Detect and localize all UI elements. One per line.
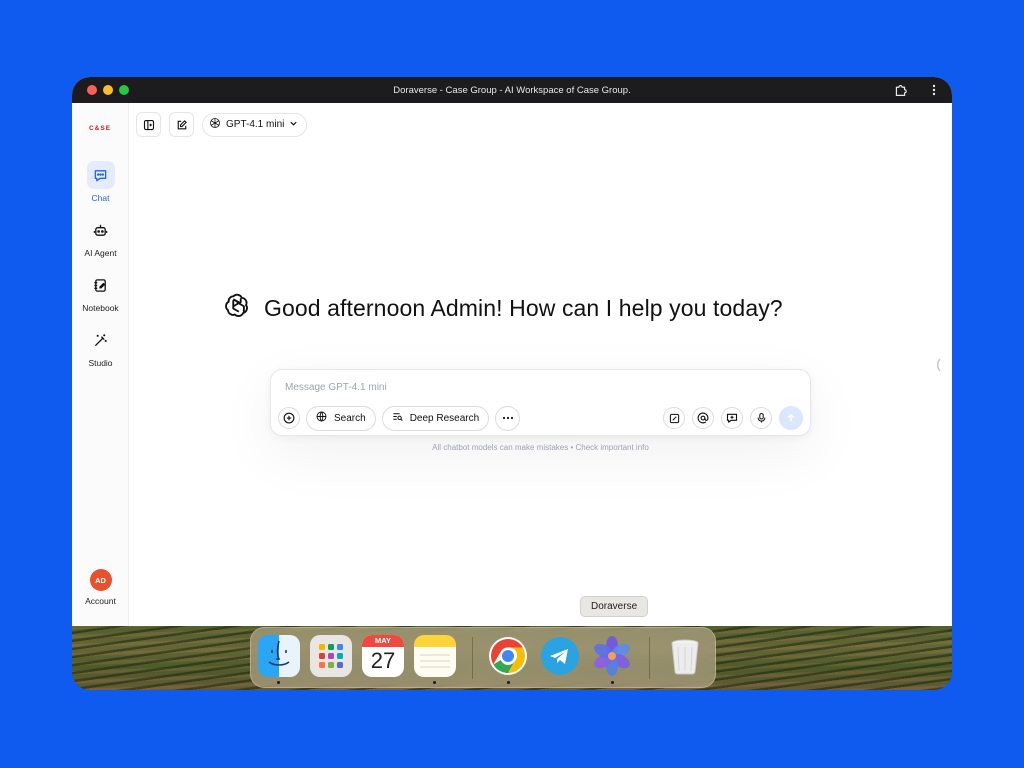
dock-tooltip: Doraverse (580, 596, 649, 617)
sidebar-item-ai-agent[interactable]: AI Agent (72, 216, 129, 258)
deep-research-icon (392, 411, 403, 425)
chat-icon (86, 161, 115, 189)
new-chat-button[interactable] (169, 112, 194, 137)
zoom-window-button[interactable] (119, 85, 129, 95)
notes-app-icon[interactable] (414, 635, 456, 677)
doraverse-running-dot (611, 681, 614, 684)
disclaimer-text: All chatbot models can make mistakes • C… (432, 443, 649, 452)
telegram-app-icon[interactable] (539, 635, 581, 677)
robot-icon (87, 216, 115, 244)
dock-separator (649, 637, 650, 679)
greeting-text: Good afternoon Admin! How can I help you… (264, 295, 783, 321)
prompt-template-button[interactable] (663, 407, 685, 429)
sidebar-item-notebook[interactable]: Notebook (72, 271, 129, 313)
search-label: Search (334, 412, 366, 424)
app-window: Doraverse - Case Group - AI Workspace of… (72, 77, 952, 626)
more-tools-button[interactable] (495, 405, 521, 431)
calendar-app-icon[interactable]: MAY 27 (362, 635, 404, 677)
dock: MAY 27 (250, 627, 716, 688)
desktop-screen: Doraverse - Case Group - AI Workspace of… (72, 77, 952, 690)
top-toolbar: GPT-4.1 mini (136, 112, 308, 137)
more-options-icon[interactable] (926, 82, 942, 98)
sidebar-item-account[interactable]: AD Account (72, 569, 129, 606)
notes-running-dot (433, 681, 436, 684)
calendar-month: MAY (362, 635, 404, 647)
message-input[interactable] (285, 378, 785, 396)
magic-wand-icon (87, 326, 115, 354)
sidebar-item-label: Chat (91, 193, 110, 203)
deep-research-label: Deep Research (409, 412, 480, 424)
greeting: Good afternoon Admin! How can I help you… (222, 291, 783, 326)
sidebar-item-studio[interactable]: Studio (72, 326, 129, 368)
openai-icon (209, 117, 221, 132)
globe-icon (316, 411, 327, 425)
chrome-app-icon[interactable] (487, 635, 529, 677)
doraverse-app-icon[interactable] (591, 635, 633, 677)
search-button[interactable]: Search (306, 405, 376, 431)
trash-app-icon[interactable] (664, 635, 706, 677)
sidebar-item-label: Notebook (82, 303, 119, 313)
toggle-sidebar-button[interactable] (136, 112, 161, 137)
sidebar-item-chat[interactable]: Chat (72, 161, 129, 203)
model-selector[interactable]: GPT-4.1 mini (202, 112, 308, 137)
microphone-button[interactable] (750, 407, 772, 429)
account-label: Account (85, 596, 116, 606)
mention-button[interactable] (692, 407, 714, 429)
message-composer: Search Deep Research (270, 369, 811, 436)
window-controls (87, 85, 129, 95)
window-title: Doraverse - Case Group - AI Workspace of… (393, 84, 631, 96)
minimize-window-button[interactable] (103, 85, 113, 95)
calendar-day: 27 (370, 648, 396, 673)
openai-logo-icon (222, 291, 252, 326)
model-name: GPT-4.1 mini (226, 119, 285, 130)
dock-separator (472, 637, 473, 679)
sidebar: C&SE Chat AI Agent Notebook Studio AD Ac… (72, 103, 129, 626)
add-attachment-button[interactable] (278, 407, 300, 429)
extension-icon[interactable] (892, 82, 908, 98)
avatar: AD (89, 569, 112, 591)
finder-running-dot (277, 681, 280, 684)
case-logo[interactable]: C&SE (85, 122, 115, 136)
finder-app-icon[interactable] (258, 635, 300, 677)
add-prompt-button[interactable] (721, 407, 743, 429)
close-window-button[interactable] (87, 85, 97, 95)
notebook-icon (87, 271, 115, 299)
sidebar-item-label: Studio (88, 358, 113, 368)
launchpad-app-icon[interactable] (310, 635, 352, 677)
deep-research-button[interactable]: Deep Research (381, 405, 490, 431)
title-bar: Doraverse - Case Group - AI Workspace of… (72, 77, 952, 103)
send-button[interactable] (779, 406, 803, 430)
chevron-down-icon (289, 119, 298, 131)
sidebar-item-label: AI Agent (84, 248, 117, 258)
chrome-running-dot (507, 681, 510, 684)
panel-handle-icon[interactable] (936, 358, 942, 372)
